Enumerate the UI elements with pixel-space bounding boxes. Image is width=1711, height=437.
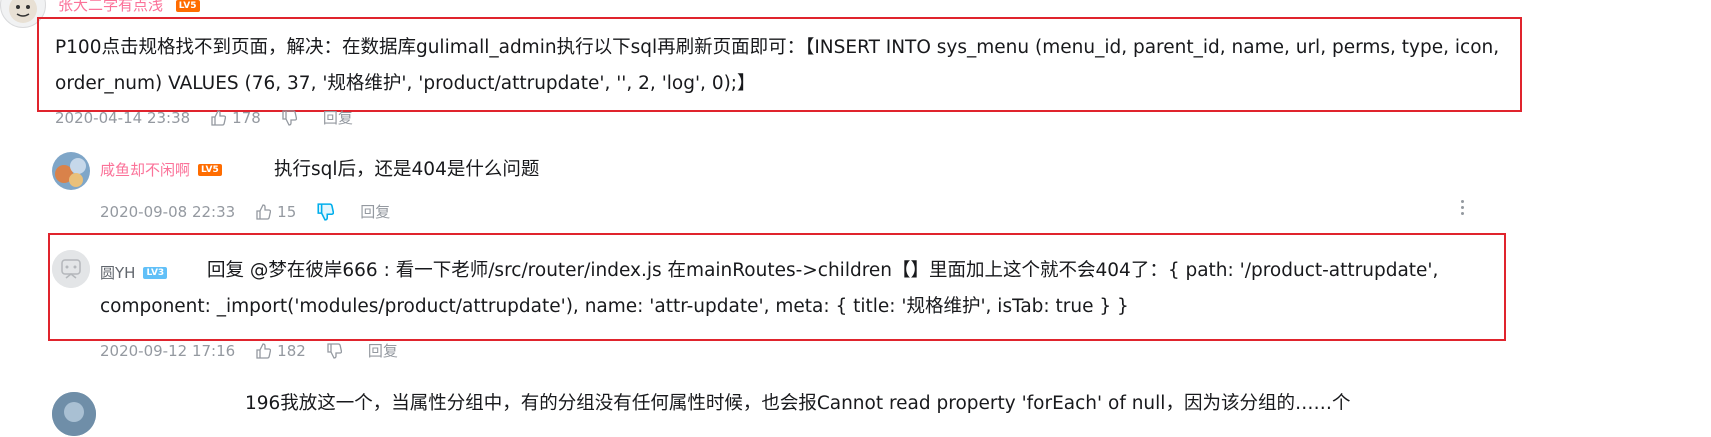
like-count: 178	[232, 108, 261, 127]
comment-meta: 2020-04-14 23:38 178 回复	[55, 107, 353, 128]
thumbs-down-icon	[282, 109, 297, 126]
comment-text-fragment: 196我放这一个，当属性分组中，有的分组没有任何属性时候，也会报Cannot r…	[245, 393, 1351, 414]
avatar[interactable]	[52, 392, 96, 436]
dislike-button[interactable]	[326, 342, 348, 359]
like-button[interactable]: 178	[210, 109, 261, 127]
thumbs-up-icon	[211, 109, 227, 126]
level-badge: LV5	[175, 0, 200, 12]
reply-date: 2020-09-08 22:33	[100, 202, 236, 221]
like-count: 15	[277, 202, 297, 221]
thumbs-up-icon	[256, 342, 272, 359]
thumbs-up-icon	[256, 203, 272, 220]
dislike-button[interactable]	[281, 109, 303, 126]
thumbs-down-icon	[327, 342, 342, 359]
dislike-button[interactable]	[316, 202, 340, 221]
more-options-icon[interactable]	[1455, 196, 1469, 218]
reply-mention[interactable]: 回复 @梦在彼岸666 :	[207, 260, 390, 281]
comment-date: 2020-04-14 23:38	[55, 108, 191, 127]
reply-text: 回复 @梦在彼岸666 : 看一下老师/src/router/index.js …	[100, 253, 1500, 325]
like-button[interactable]: 182	[255, 342, 306, 360]
avatar[interactable]	[52, 250, 90, 288]
comment-text: P100点击规格找不到页面，解决：在数据库gulimall_admin执行以下s…	[55, 37, 1500, 94]
reply-meta: 2020-09-08 22:33 15 回复	[100, 201, 390, 222]
level-badge: LV5	[198, 163, 222, 176]
reply-text: 执行sql后，还是404是什么问题	[274, 159, 540, 180]
reply-button[interactable]: 回复	[323, 107, 353, 128]
reply-username[interactable]: 咸鱼却不闲啊 LV5	[100, 159, 222, 180]
comment-username[interactable]: 张大二学有点浅 LV5	[58, 0, 200, 15]
thumbs-down-icon	[317, 202, 335, 221]
reply-button[interactable]: 回复	[368, 340, 398, 361]
like-button[interactable]: 15	[255, 203, 296, 221]
like-count: 182	[277, 341, 306, 360]
reply-date: 2020-09-12 17:16	[100, 341, 236, 360]
reply-meta: 2020-09-12 17:16 182 回复	[100, 340, 398, 361]
avatar[interactable]	[52, 152, 90, 190]
reply-button[interactable]: 回复	[360, 201, 390, 222]
